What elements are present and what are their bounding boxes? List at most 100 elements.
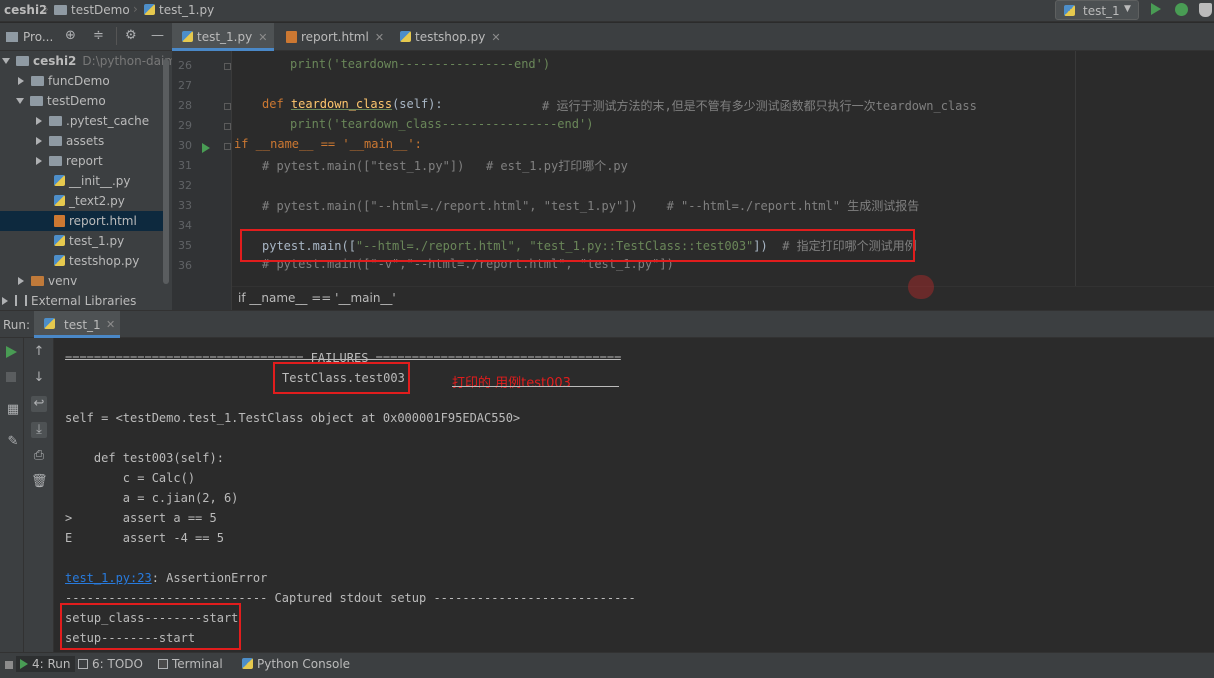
breadcrumb-file[interactable]: test_1.py	[144, 3, 214, 17]
python-file-icon	[144, 4, 155, 15]
collapse-all-icon[interactable]: ≑	[93, 28, 104, 43]
fold-marker-icon[interactable]	[224, 63, 231, 70]
gear-icon[interactable]: ⚙	[125, 28, 137, 43]
tree-item-testshop-py[interactable]: testshop.py	[54, 251, 139, 271]
run-icon[interactable]	[1151, 3, 1161, 15]
tab-python-console[interactable]: Python Console	[242, 657, 350, 671]
arrow-up-icon[interactable]: ↑	[31, 344, 47, 360]
fold-marker-icon[interactable]	[224, 103, 231, 110]
scrollbar[interactable]	[163, 59, 169, 284]
arrow-down-icon[interactable]: ↓	[31, 370, 47, 386]
python-file-icon	[182, 31, 193, 42]
tree-item-label: _text2.py	[69, 194, 125, 208]
breadcrumb-project[interactable]: ceshi2	[4, 3, 47, 17]
editor-tab-bar: test_1.py ✕ report.html ✕ testshop.py ✕	[172, 23, 1214, 51]
tree-item-testdemo[interactable]: testDemo	[16, 91, 106, 111]
collapse-arrow-icon	[18, 77, 24, 85]
code-line-29: print('teardown_class----------------end…	[290, 117, 593, 131]
code-editor[interactable]: print('teardown----------------end') def…	[232, 51, 1214, 310]
code-line-28: def teardown_class(self):	[262, 97, 443, 111]
line-number: 35	[178, 239, 192, 252]
print-icon[interactable]: ⎙	[31, 448, 47, 464]
crosshair-icon[interactable]: ⊕	[65, 28, 76, 43]
console-line: def test003(self):	[65, 451, 224, 465]
debug-icon[interactable]	[1175, 3, 1188, 16]
close-icon[interactable]: ✕	[375, 31, 384, 44]
tab-label: test_1.py	[197, 30, 253, 44]
error-source-link[interactable]: test_1.py:23	[65, 571, 152, 585]
tree-item-test1-py[interactable]: test_1.py	[54, 231, 124, 251]
run-tab-test1[interactable]: test_1 ✕	[34, 311, 120, 338]
tree-item-path: D:\python-daim	[82, 54, 172, 68]
tool-windows-icon[interactable]	[5, 661, 13, 669]
python-file-icon	[54, 175, 65, 186]
tree-item-ceshi2[interactable]: ceshi2 D:\python-daim	[2, 51, 172, 71]
tab-todo[interactable]: 6: TODO	[78, 657, 143, 671]
tree-item-label: .pytest_cache	[66, 114, 150, 128]
code-comment: # 运行于测试方法的末,但是不管有多少测试函数都只执行一次teardown_cl…	[542, 99, 977, 113]
tree-item-label: __init__.py	[69, 174, 131, 188]
project-tree: ceshi2 D:\python-daim funcDemo testDemo .…	[0, 51, 172, 310]
tree-item-label: ceshi2	[33, 54, 77, 68]
tab-terminal[interactable]: Terminal	[158, 657, 223, 671]
editor-breadcrumb[interactable]: if __name__ == '__main__'	[238, 291, 396, 305]
collapse-arrow-icon	[18, 277, 24, 285]
soft-wrap-icon[interactable]: ↩	[31, 396, 47, 412]
pin-icon[interactable]: ✎	[5, 434, 21, 450]
console-separator	[65, 359, 618, 360]
rerun-icon[interactable]	[6, 346, 17, 358]
code-line-30: if __name__ == '__main__':	[234, 137, 422, 151]
trash-icon[interactable]: 🗑	[31, 474, 48, 490]
minimize-icon[interactable]: —	[151, 28, 164, 43]
editor-breadcrumb-bar: if __name__ == '__main__'	[232, 286, 1214, 310]
tree-item-external-libraries[interactable]: External Libraries	[2, 291, 136, 310]
stop-icon[interactable]	[6, 372, 16, 382]
scroll-to-end-icon[interactable]: ⤓	[31, 422, 47, 438]
run-gutter-icon[interactable]	[202, 143, 210, 153]
line-number: 33	[178, 199, 192, 212]
line-number: 32	[178, 179, 192, 192]
search-icon	[908, 275, 934, 299]
tree-item-label: External Libraries	[31, 294, 137, 308]
html-file-icon	[286, 31, 297, 43]
highlight-box	[60, 603, 241, 650]
tab-test1-py[interactable]: test_1.py ✕	[172, 23, 274, 51]
tab-run[interactable]: 4: Run	[16, 656, 75, 672]
tree-item-report-html[interactable]: report.html	[0, 211, 163, 231]
tab-testshop-py[interactable]: testshop.py ✕	[390, 23, 506, 51]
folder-icon	[31, 76, 44, 86]
tree-item-assets[interactable]: assets	[36, 131, 104, 151]
tree-item-pytest-cache[interactable]: .pytest_cache	[36, 111, 149, 131]
console-separator	[452, 386, 619, 387]
python-icon	[44, 318, 55, 329]
run-configuration-dropdown[interactable]: test_1 ▼	[1055, 0, 1139, 20]
close-icon[interactable]: ✕	[106, 318, 115, 331]
python-file-icon	[54, 235, 65, 246]
tab-label: 4: Run	[32, 657, 71, 671]
layout-icon[interactable]: ▦	[5, 402, 21, 418]
console-line: self = <testDemo.test_1.TestClass object…	[65, 411, 521, 425]
tree-item-funcdemo[interactable]: funcDemo	[18, 71, 110, 91]
tree-item-report-folder[interactable]: report	[36, 151, 103, 171]
line-number: 26	[178, 59, 192, 72]
tree-item-venv[interactable]: venv	[18, 271, 77, 291]
folder-icon	[31, 276, 44, 286]
tree-item-init-py[interactable]: __init__.py	[54, 171, 131, 191]
breadcrumb-folder[interactable]: testDemo	[54, 3, 130, 17]
run-panel-label: Run:	[3, 318, 31, 332]
fold-marker-icon[interactable]	[224, 123, 231, 130]
python-file-icon	[54, 195, 65, 206]
close-icon[interactable]: ✕	[258, 31, 267, 44]
tab-report-html[interactable]: report.html ✕	[276, 23, 388, 51]
project-panel-title[interactable]: Pro...	[23, 30, 53, 44]
console-line: c = Calc()	[65, 471, 196, 485]
collapse-arrow-icon	[36, 157, 42, 165]
folder-icon	[54, 5, 67, 15]
run-panel-header: Run: test_1 ✕	[0, 310, 1214, 338]
fold-marker-icon[interactable]	[224, 143, 231, 150]
tree-item-text2-py[interactable]: _text2.py	[54, 191, 125, 211]
divider	[116, 27, 117, 45]
close-icon[interactable]: ✕	[491, 31, 500, 44]
coverage-icon[interactable]	[1199, 3, 1212, 17]
code-text: print('teardown----------------end')	[290, 57, 551, 71]
